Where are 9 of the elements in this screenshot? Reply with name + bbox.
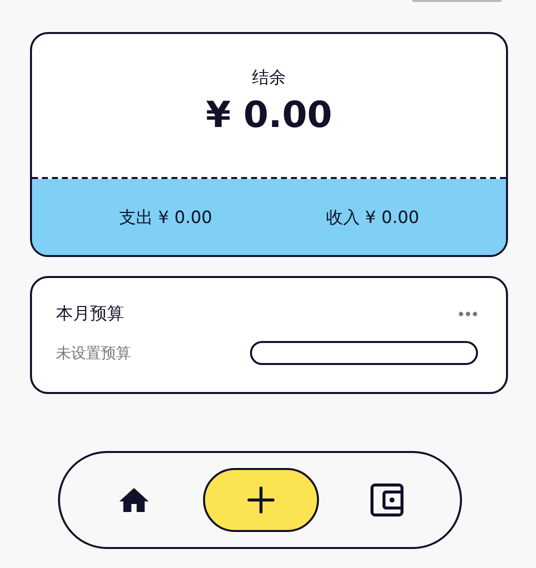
income-total: 收入 ¥ 0.00: [326, 206, 420, 228]
plus-icon: [246, 486, 275, 514]
more-icon[interactable]: [458, 310, 478, 316]
budget-status: 未设置预算: [56, 344, 131, 362]
balance-label: 结余: [252, 67, 286, 89]
balance-amount: ¥ 0.00: [206, 95, 332, 136]
budget-title: 本月预算: [56, 303, 124, 325]
expense-total: 支出 ¥ 0.00: [118, 206, 212, 228]
wallet-icon[interactable]: [370, 483, 404, 517]
